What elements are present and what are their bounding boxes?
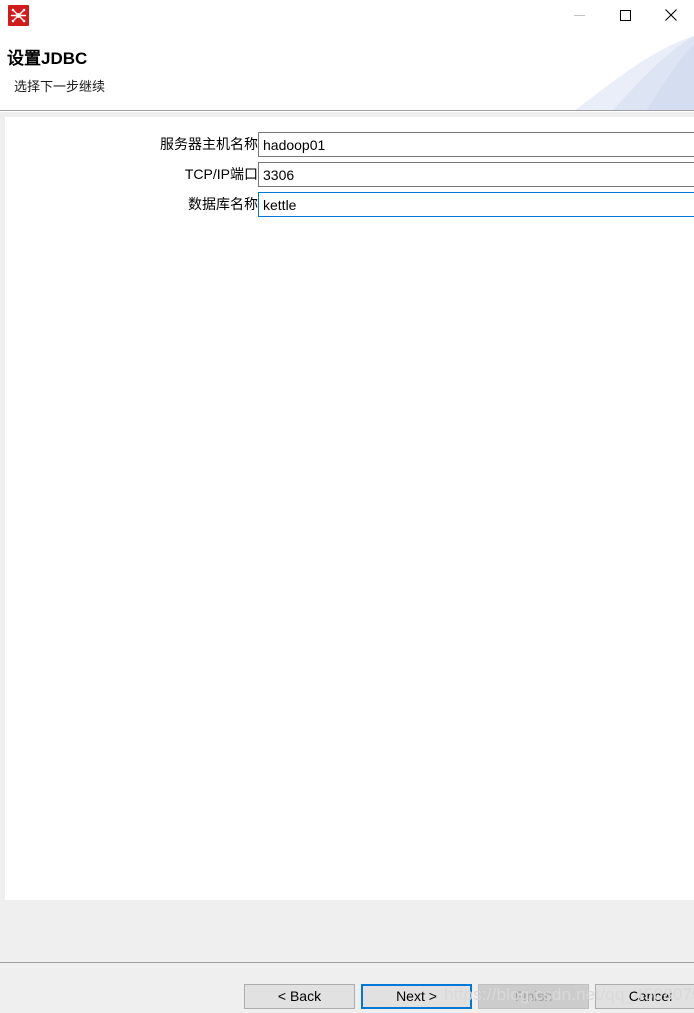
wizard-button-row: < Back Next > Finish Cancel (244, 984, 694, 1009)
window-controls (556, 0, 694, 36)
next-button[interactable]: Next > (361, 984, 472, 1009)
wizard-footer: < Back Next > Finish Cancel (0, 900, 694, 1013)
tcp-ip-port-label: TCP/IP端口 (184, 166, 258, 182)
kettle-spoon-icon (8, 5, 29, 26)
header-decoration (574, 36, 694, 111)
database-name-label: 数据库名称 (188, 196, 258, 212)
finish-button: Finish (478, 984, 589, 1009)
server-hostname-input[interactable] (258, 132, 694, 157)
close-button[interactable] (648, 0, 694, 30)
form-panel: 服务器主机名称 TCP/IP端口 数据库名称 (5, 117, 694, 900)
content-area: 服务器主机名称 TCP/IP端口 数据库名称 (0, 112, 694, 900)
minimize-icon (573, 14, 585, 16)
footer-separator (0, 962, 694, 963)
form-row-hostname: 服务器主机名称 (13, 132, 694, 157)
close-icon (665, 9, 677, 21)
tcp-ip-port-input[interactable] (258, 162, 694, 187)
form-row-port: TCP/IP端口 (13, 162, 694, 187)
title-bar (0, 0, 694, 36)
database-name-input[interactable] (258, 192, 694, 217)
header-separator (0, 110, 694, 111)
form-row-dbname: 数据库名称 (13, 192, 694, 217)
server-hostname-label: 服务器主机名称 (160, 136, 258, 152)
wizard-header: 设置JDBC 选择下一步继续 (0, 36, 694, 111)
minimize-button[interactable] (556, 0, 602, 30)
cancel-button[interactable]: Cancel (595, 984, 694, 1009)
page-subtitle: 选择下一步继续 (14, 79, 106, 94)
page-title: 设置JDBC (7, 49, 88, 68)
maximize-icon (619, 9, 631, 21)
maximize-button[interactable] (602, 0, 648, 30)
back-button[interactable]: < Back (244, 984, 355, 1009)
